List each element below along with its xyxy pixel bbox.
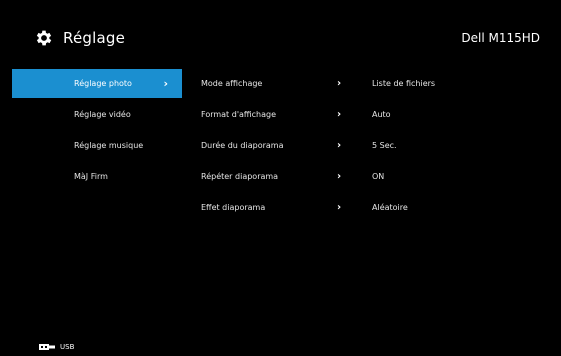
setting-label: Format d'affichage: [201, 110, 277, 119]
setting-row-slideshow-effect[interactable]: Effet diaporama › Aléatoire: [201, 193, 531, 222]
setting-value: Liste de fichiers: [372, 79, 436, 88]
page-title: Réglage: [63, 29, 126, 47]
chevron-right-icon: ›: [337, 78, 342, 89]
setting-label: Durée du diaporama: [201, 141, 284, 150]
sidebar: Réglage photo › Réglage vidéo Réglage mu…: [12, 69, 182, 193]
sidebar-item-label: MàJ Firm: [74, 172, 108, 181]
setting-row-display-mode[interactable]: Mode affichage › Liste de fichiers: [201, 69, 531, 98]
chevron-right-icon: ›: [337, 109, 342, 120]
usb-icon: [39, 344, 55, 350]
chevron-right-icon: ›: [337, 171, 342, 182]
sidebar-item-photo-settings[interactable]: Réglage photo ›: [12, 69, 182, 98]
sidebar-item-music-settings[interactable]: Réglage musique: [12, 131, 182, 160]
setting-row-slideshow-duration[interactable]: Durée du diaporama › 5 Sec.: [201, 131, 531, 160]
sidebar-item-firmware-update[interactable]: MàJ Firm: [12, 162, 182, 191]
source-indicator: USB: [39, 343, 74, 351]
setting-label: Effet diaporama: [201, 203, 266, 212]
setting-value: Aléatoire: [372, 203, 408, 212]
gear-icon: [36, 30, 52, 46]
setting-value: Auto: [372, 110, 391, 119]
sidebar-item-label: Réglage musique: [74, 141, 144, 150]
setting-label: Répéter diaporama: [201, 172, 279, 181]
sidebar-item-video-settings[interactable]: Réglage vidéo: [12, 100, 182, 129]
sidebar-item-label: Réglage photo: [74, 79, 132, 88]
device-name: Dell M115HD: [461, 31, 540, 45]
setting-value: ON: [372, 172, 385, 181]
chevron-right-icon: ›: [337, 202, 342, 213]
projector-osd: Réglage Dell M115HD Réglage photo › Régl…: [0, 0, 561, 356]
menu-header: Réglage: [34, 24, 125, 52]
sidebar-item-label: Réglage vidéo: [74, 110, 131, 119]
setting-value: 5 Sec.: [372, 141, 397, 150]
setting-row-display-format[interactable]: Format d'affichage › Auto: [201, 100, 531, 129]
setting-row-slideshow-repeat[interactable]: Répéter diaporama › ON: [201, 162, 531, 191]
chevron-right-icon: ›: [337, 140, 342, 151]
settings-list: Mode affichage › Liste de fichiers Forma…: [201, 69, 531, 224]
setting-label: Mode affichage: [201, 79, 263, 88]
source-label: USB: [60, 343, 75, 351]
chevron-right-icon: ›: [163, 77, 168, 90]
